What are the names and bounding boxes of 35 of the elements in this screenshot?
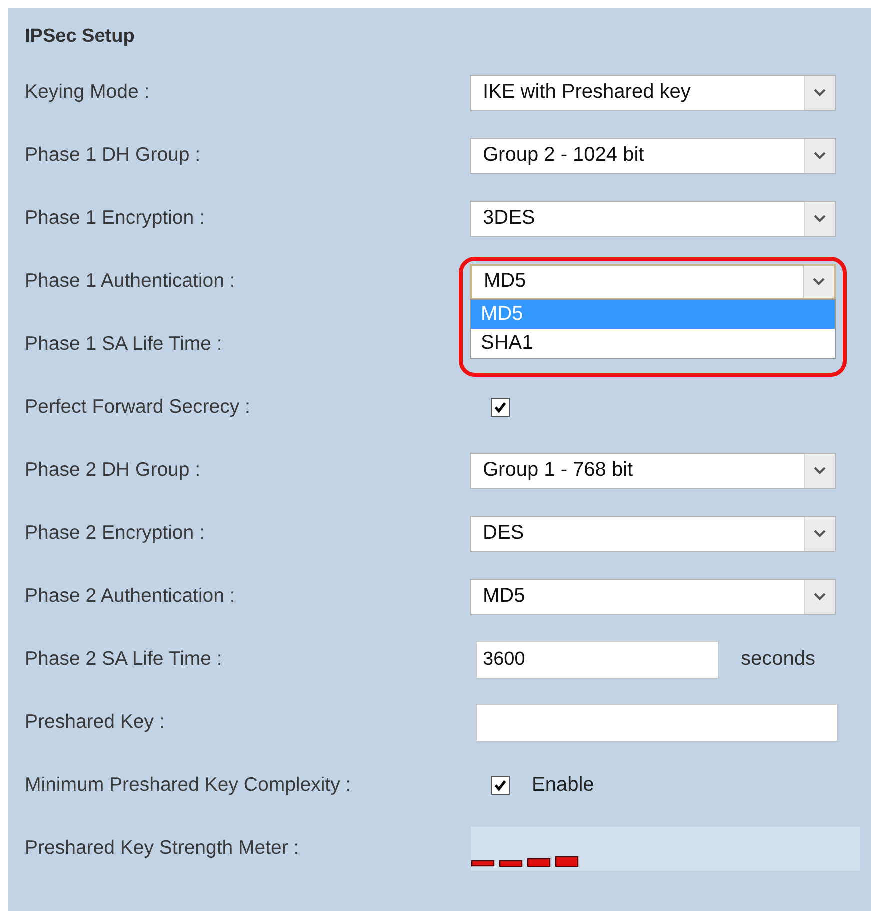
field-label: Phase 1 SA Life Time : xyxy=(24,333,224,356)
dropdown[interactable]: IKE with Preshared key xyxy=(470,74,836,110)
dropdown-option[interactable]: SHA1 xyxy=(471,329,835,358)
field-label: Phase 2 SA Life Time : xyxy=(24,648,224,671)
chevron-down-icon xyxy=(814,592,826,600)
dropdown[interactable]: MD5 xyxy=(470,264,836,300)
dropdown[interactable]: MD5 xyxy=(470,578,836,614)
field-label: Phase 1 Authentication : xyxy=(24,270,236,293)
field-label: Keying Mode : xyxy=(24,81,151,104)
dropdown[interactable]: 3DES xyxy=(470,200,836,236)
chevron-down-icon xyxy=(814,152,826,160)
unit-label: seconds xyxy=(741,648,816,671)
input-field[interactable] xyxy=(476,704,838,742)
panel-title: IPSec Setup xyxy=(24,25,136,49)
checkbox[interactable] xyxy=(491,398,510,417)
checkbox[interactable] xyxy=(491,776,510,795)
dropdown[interactable]: Group 1 - 768 bit xyxy=(470,452,836,488)
field-label: Perfect Forward Secrecy : xyxy=(24,396,252,419)
field-label: Phase 2 Encryption : xyxy=(24,522,206,545)
chevron-down-icon xyxy=(814,466,826,474)
chevron-down-icon xyxy=(814,88,826,96)
field-label: Preshared Key Strength Meter : xyxy=(24,837,300,860)
checkbox-label: Enable xyxy=(532,774,594,797)
chevron-down-icon xyxy=(814,214,826,222)
field-label: Phase 1 Encryption : xyxy=(24,207,206,230)
chevron-down-icon xyxy=(813,278,825,286)
dropdown[interactable]: DES xyxy=(470,516,836,552)
field-label: Phase 1 DH Group : xyxy=(24,144,202,167)
input-field[interactable]: 3600 xyxy=(476,640,719,678)
field-label: Preshared Key : xyxy=(24,711,166,734)
field-label: Minimum Preshared Key Complexity : xyxy=(24,774,352,797)
dropdown[interactable]: Group 2 - 1024 bit xyxy=(470,138,836,174)
field-label: Phase 2 Authentication : xyxy=(24,585,236,608)
chevron-down-icon xyxy=(814,530,826,538)
field-label: Phase 2 DH Group : xyxy=(24,459,202,482)
